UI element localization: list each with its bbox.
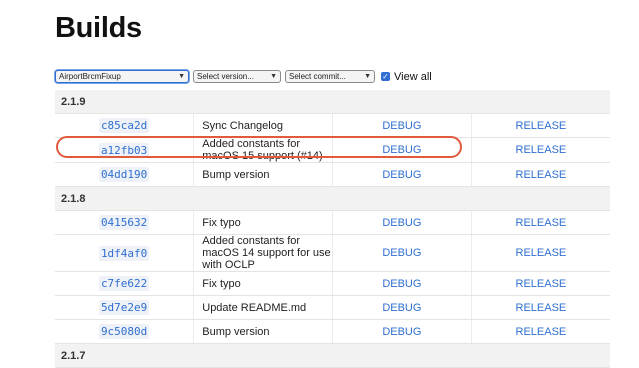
version-select-value: Select version... (197, 72, 254, 81)
release-link[interactable]: RELEASE (471, 162, 610, 187)
commit-hash-link[interactable]: a12fb03 (98, 142, 150, 158)
version-label: 2.1.9 (55, 90, 610, 114)
debug-link[interactable]: DEBUG (332, 271, 472, 296)
debug-link[interactable]: DEBUG (332, 113, 472, 138)
table-row: c7fe622 Fix typo DEBUG RELEASE (55, 271, 610, 296)
table-row: 0415632 Fix typo DEBUG RELEASE (55, 210, 610, 235)
commit-hash-link[interactable]: 0415632 (98, 215, 150, 230)
table-row: a12fb03 Added constants for macOS 15 sup… (55, 137, 610, 163)
release-link[interactable]: RELEASE (471, 137, 610, 163)
commit-message: Sync Changelog (193, 113, 333, 138)
chevron-down-icon: ▼ (364, 73, 371, 80)
release-link[interactable]: RELEASE (471, 271, 610, 296)
commit-hash-link[interactable]: 5d7e2e9 (98, 300, 150, 315)
builds-table: 2.1.9 c85ca2d Sync Changelog DEBUG RELEA… (55, 90, 610, 368)
commit-hash-link[interactable]: c7fe622 (98, 276, 150, 291)
chevron-down-icon: ▼ (178, 73, 185, 80)
chevron-down-icon: ▼ (270, 73, 277, 80)
project-select-value: AirportBrcmFixup (59, 72, 121, 81)
release-link[interactable]: RELEASE (471, 113, 610, 138)
view-all-checkbox[interactable]: ✓ (381, 72, 390, 81)
commit-hash-link[interactable]: 04dd190 (98, 167, 150, 182)
debug-link[interactable]: DEBUG (332, 137, 472, 163)
debug-link[interactable]: DEBUG (332, 319, 472, 344)
table-row: 5d7e2e9 Update README.md DEBUG RELEASE (55, 295, 610, 320)
table-row: 04dd190 Bump version DEBUG RELEASE (55, 162, 610, 187)
debug-link[interactable]: DEBUG (332, 295, 472, 320)
commit-message: Bump version (193, 162, 333, 187)
debug-link[interactable]: DEBUG (332, 210, 472, 235)
version-group-row: 2.1.9 (55, 90, 610, 114)
table-row: 1df4af0 Added constants for macOS 14 sup… (55, 234, 610, 272)
commit-message: Bump version (193, 319, 333, 344)
table-row: 9c5080d Bump version DEBUG RELEASE (55, 319, 610, 344)
version-select[interactable]: Select version... ▼ (193, 70, 281, 83)
debug-link[interactable]: DEBUG (332, 234, 472, 272)
version-label: 2.1.8 (55, 186, 610, 211)
debug-link[interactable]: DEBUG (332, 162, 472, 187)
commit-message: Fix typo (193, 210, 333, 235)
version-label: 2.1.7 (55, 343, 610, 368)
commit-select[interactable]: Select commit... ▼ (285, 70, 375, 83)
page-title: Builds (55, 12, 142, 44)
version-group-row: 2.1.8 (55, 186, 610, 211)
commit-message: Fix typo (193, 271, 333, 296)
view-all-label: View all (394, 70, 432, 83)
commit-message: Added constants for macOS 14 support for… (193, 234, 333, 272)
commit-message: Update README.md (193, 295, 333, 320)
release-link[interactable]: RELEASE (471, 295, 610, 320)
release-link[interactable]: RELEASE (471, 319, 610, 344)
commit-hash-link[interactable]: c85ca2d (98, 118, 150, 133)
filter-controls: AirportBrcmFixup ▼ Select version... ▼ S… (55, 70, 432, 83)
commit-message: Added constants for macOS 15 support (#1… (193, 137, 333, 163)
version-group-row: 2.1.7 (55, 343, 610, 368)
table-row: c85ca2d Sync Changelog DEBUG RELEASE (55, 113, 610, 138)
commit-hash-link[interactable]: 1df4af0 (98, 245, 150, 261)
release-link[interactable]: RELEASE (471, 234, 610, 272)
commit-select-value: Select commit... (289, 72, 346, 81)
project-select[interactable]: AirportBrcmFixup ▼ (55, 70, 189, 83)
release-link[interactable]: RELEASE (471, 210, 610, 235)
commit-hash-link[interactable]: 9c5080d (98, 324, 150, 339)
